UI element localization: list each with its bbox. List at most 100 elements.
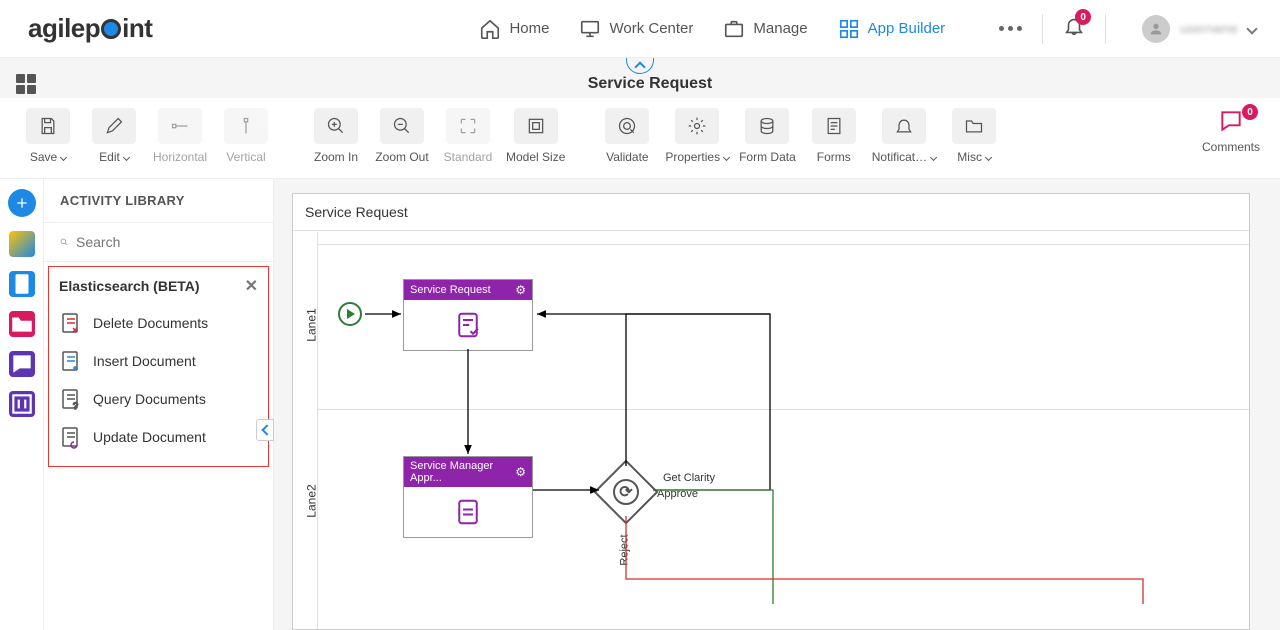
tool-forms[interactable]: Forms [806,108,862,164]
zoom-out-icon [392,116,412,136]
horizontal-icon [170,116,190,136]
tool-standard[interactable]: Standard [440,108,496,164]
tool-forms-label: Forms [817,150,851,164]
brand-logo: agilep int [28,13,152,44]
nav-home[interactable]: Home [479,18,549,40]
doc-delete-icon [59,311,83,335]
gateway-icon: ⟳ [613,479,639,505]
activity-delete-documents[interactable]: Delete Documents [57,304,260,342]
node-service-manager-approval[interactable]: Service Manager Appr...⚙ [403,456,533,538]
user-menu[interactable]: username [1142,15,1256,43]
search-input[interactable] [76,234,257,250]
nav-app-builder-label: App Builder [868,20,946,37]
search-icon [60,233,68,251]
standard-icon [458,116,478,136]
tool-form-data-label: Form Data [739,150,796,164]
sidebar-item-1[interactable] [9,231,35,257]
gateway-reject-label: Reject [619,534,631,565]
nav-work-center[interactable]: Work Center [579,18,693,40]
chevron-left-icon [261,424,272,435]
activity-label: Update Document [93,429,206,445]
lane-line [317,409,1249,410]
chevron-down-icon [1246,23,1257,34]
tool-comments[interactable]: 0Comments [1202,108,1260,154]
gear-icon [687,116,707,136]
lane2-label: Lane2 [305,484,319,517]
sidebar-item-3[interactable] [9,311,35,337]
apps-grid-button[interactable] [16,74,36,94]
tool-notifications[interactable]: Notificat… [872,108,936,164]
tool-edit-label: Edit [99,150,120,164]
database-icon [757,116,777,136]
gateway-approve-label: Approve [657,488,698,500]
tool-save-label: Save [30,150,57,164]
brand-post: int [122,13,152,44]
brand-dot-icon [101,19,121,39]
tool-zoom-out[interactable]: Zoom Out [374,108,430,164]
briefcase-icon [723,18,745,40]
sidebar-item-5[interactable] [9,391,35,417]
chevron-down-icon [60,153,67,160]
activity-insert-document[interactable]: Insert Document [57,342,260,380]
lane1-label: Lane1 [305,308,319,341]
tool-misc[interactable]: Misc [946,108,1002,164]
sidebar-item-2[interactable] [9,271,35,297]
form-icon [824,116,844,136]
tool-edit[interactable]: Edit [86,108,142,164]
node-service-request[interactable]: Service Request⚙ [403,279,533,351]
activity-query-documents[interactable]: ? Query Documents [57,380,260,418]
tool-zoom-out-label: Zoom Out [375,150,428,164]
panel-collapse-button[interactable] [256,419,274,441]
tool-model-size[interactable]: Model Size [506,108,565,164]
tool-horizontal[interactable]: Horizontal [152,108,208,164]
close-icon[interactable]: ✕ [245,276,258,296]
tool-zoom-in[interactable]: Zoom In [308,108,364,164]
activity-label: Query Documents [93,391,206,407]
folder-icon [964,116,984,136]
tool-properties[interactable]: Properties [665,108,729,164]
process-canvas[interactable]: Service Request Lane1 Lane2 Service Requ… [292,193,1250,630]
sidebar-add-button[interactable] [8,189,36,217]
gear-icon[interactable]: ⚙ [515,283,526,297]
tool-save[interactable]: Save [20,108,76,164]
doc-insert-icon [59,349,83,373]
doc-update-icon [59,425,83,449]
node-title: Service Manager Appr... [410,460,515,484]
avatar-icon [1142,15,1170,43]
activity-group: Elasticsearch (BETA) ✕ Delete Documents … [48,266,269,467]
canvas-title: Service Request [293,194,1249,231]
tool-zoom-in-label: Zoom In [314,150,358,164]
nav-manage-label: Manage [753,20,807,37]
user-name-label: username [1180,21,1238,36]
form-check-icon [453,310,483,340]
pencil-icon [104,116,124,136]
tool-form-data[interactable]: Form Data [739,108,796,164]
comment-icon [1218,108,1244,134]
tool-vertical[interactable]: Vertical [218,108,274,164]
vertical-icon [236,116,256,136]
doc-query-icon: ? [59,387,83,411]
gear-icon[interactable]: ⚙ [515,465,526,479]
nav-app-builder[interactable]: App Builder [838,18,946,40]
tool-vertical-label: Vertical [226,150,265,164]
clipboard-icon [9,271,35,297]
tool-validate[interactable]: Validate [599,108,655,164]
sidebar-item-4[interactable] [9,351,35,377]
activity-update-document[interactable]: Update Document [57,418,260,456]
model-size-icon [526,116,546,136]
start-event[interactable] [338,302,362,326]
gateway[interactable]: ⟳ [593,459,658,524]
panel-title: ACTIVITY LIBRARY [44,179,273,223]
tool-misc-label: Misc [957,150,982,164]
chevron-down-icon [985,153,992,160]
notifications-button[interactable]: 0 [1063,15,1085,42]
lane-line [317,244,1249,245]
collapse-handle[interactable] [626,58,654,74]
notifications-badge: 0 [1075,9,1091,25]
nav-manage[interactable]: Manage [723,18,807,40]
save-icon [38,116,58,136]
separator [1105,14,1106,44]
chat-icon [9,351,35,377]
nav-more-button[interactable] [999,26,1022,31]
gateway-get-clarity-label: Get Clarity [663,472,715,484]
